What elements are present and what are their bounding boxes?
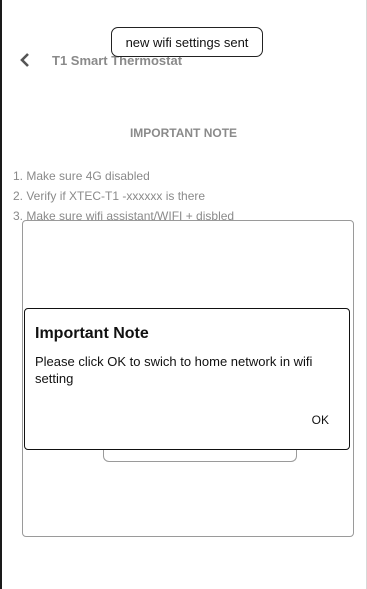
instruction-step: 2. Verify if XTEC-T1 -xxxxxx is there — [13, 189, 206, 203]
chevron-left-icon — [20, 53, 29, 67]
important-note-dialog: Important Note Please click OK to swich … — [24, 308, 350, 450]
important-note-heading: IMPORTANT NOTE — [129, 126, 238, 140]
background-modal-button — [103, 448, 297, 462]
screen-left-edge — [0, 0, 2, 589]
toast-text: new wifi settings sent — [125, 34, 249, 50]
instruction-step: 1. Make sure 4G disabled — [13, 169, 150, 183]
toast-notification: new wifi settings sent — [111, 27, 263, 57]
dialog-message: Please click OK to swich to home network… — [35, 354, 313, 386]
dialog-title: Important Note — [35, 325, 149, 342]
instruction-list: 1. Make sure 4G disabled 2. Verify if XT… — [13, 166, 234, 226]
ok-button[interactable]: OK — [312, 413, 329, 427]
back-button[interactable] — [18, 52, 34, 68]
